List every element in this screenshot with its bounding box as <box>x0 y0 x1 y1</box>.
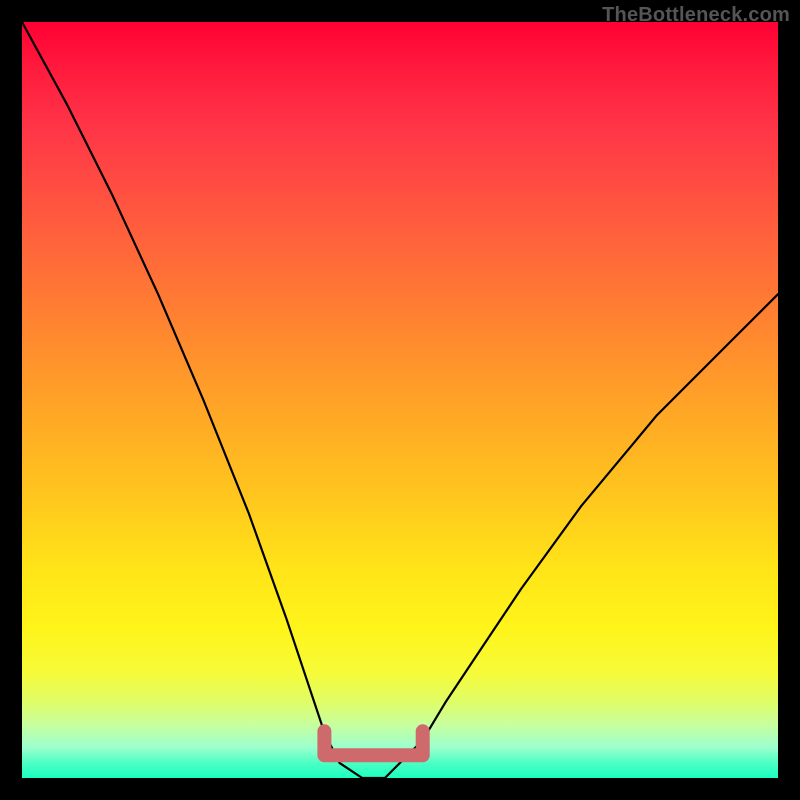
chart-svg <box>22 22 778 778</box>
bottleneck-curve <box>22 22 778 778</box>
chart-frame: TheBottleneck.com <box>0 0 800 800</box>
watermark-text: TheBottleneck.com <box>602 4 790 27</box>
plot-area <box>22 22 778 778</box>
optimal-bracket <box>324 731 422 755</box>
